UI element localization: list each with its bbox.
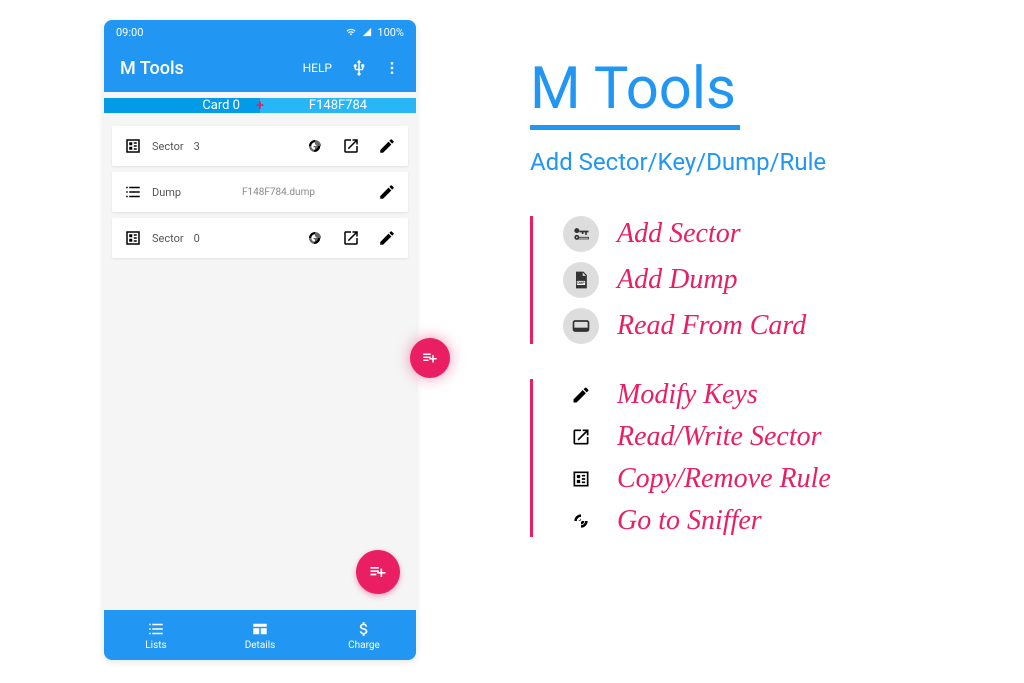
legend-item: Read/Write Sector [563, 421, 831, 453]
sniffer-icon [563, 511, 599, 531]
sniffer-icon[interactable] [306, 137, 324, 155]
fab-add-button[interactable] [356, 550, 400, 594]
menu-overflow-icon[interactable] [384, 60, 400, 76]
rule-icon [124, 229, 142, 247]
phone-mockup: 09:00 100% M Tools HELP Card 0 + F [104, 20, 416, 660]
row-num: 3 [194, 140, 200, 153]
battery-text: 100% [377, 26, 404, 39]
info-panel: M Tools Add Sector/Key/Dump/Rule Add Sec… [530, 55, 970, 572]
list-item[interactable]: Sector 3 [112, 126, 408, 166]
open-icon[interactable] [342, 137, 360, 155]
card-label: Card 0 [202, 98, 240, 113]
content-area: Sector 3 Dump [104, 118, 416, 610]
dump-file-icon: DMP [563, 262, 599, 298]
help-button[interactable]: HELP [303, 61, 332, 75]
title-underline [530, 125, 740, 130]
legend-label: Read/Write Sector [617, 421, 822, 453]
nav-label: Charge [348, 640, 380, 651]
legend-item: DMP Add Dump [563, 262, 806, 298]
list-item[interactable]: Sector 0 [112, 218, 408, 258]
legend-label: Read From Card [617, 310, 806, 342]
nav-lists[interactable]: Lists [104, 610, 208, 660]
card-icon [563, 308, 599, 344]
legend-group-2: Modify Keys Read/Write Sector Copy/Remov… [530, 379, 970, 537]
legend-label: Modify Keys [617, 379, 758, 411]
edit-icon[interactable] [378, 137, 396, 155]
open-icon [563, 427, 599, 447]
key-icon [563, 216, 599, 252]
card-header-left[interactable]: Card 0 [104, 98, 260, 113]
nav-label: Details [245, 640, 276, 651]
list-icon [124, 183, 142, 201]
list-item[interactable]: Dump F148F784.dump [112, 172, 408, 212]
callout-fab-icon [410, 338, 450, 378]
legend-label: Go to Sniffer [617, 505, 762, 537]
edit-icon[interactable] [378, 183, 396, 201]
row-label: Sector [152, 140, 184, 153]
nav-charge[interactable]: Charge [312, 610, 416, 660]
open-icon[interactable] [342, 229, 360, 247]
rule-icon [124, 137, 142, 155]
signal-icon [361, 27, 373, 37]
row-info: F148F784.dump [242, 187, 368, 198]
legend-label: Add Dump [617, 264, 738, 296]
card-id: F148F784 [309, 98, 367, 113]
svg-text:DMP: DMP [577, 281, 585, 285]
legend-item: Add Sector [563, 216, 806, 252]
legend-label: Add Sector [617, 218, 741, 250]
legend-bar [530, 216, 533, 344]
status-right: 100% [345, 26, 404, 39]
row-label: Sector [152, 232, 184, 245]
legend-item: Go to Sniffer [563, 505, 831, 537]
card-header-right[interactable]: F148F784 [260, 98, 416, 113]
nav-label: Lists [145, 640, 166, 651]
app-title: M Tools [120, 58, 295, 79]
legend-bar [530, 379, 533, 537]
page-title: M Tools [530, 55, 970, 123]
row-num: 0 [194, 232, 200, 245]
card-header: Card 0 + F148F784 [104, 92, 416, 118]
usb-icon[interactable] [350, 59, 368, 77]
edit-icon [563, 385, 599, 405]
row-label: Dump [152, 186, 181, 199]
legend-item: Copy/Remove Rule [563, 463, 831, 495]
edit-icon[interactable] [378, 229, 396, 247]
rule-icon [563, 469, 599, 489]
bottom-nav: Lists Details Charge [104, 610, 416, 660]
legend-item: Read From Card [563, 308, 806, 344]
app-bar: M Tools HELP [104, 44, 416, 92]
nav-details[interactable]: Details [208, 610, 312, 660]
add-card-icon[interactable]: + [256, 98, 264, 114]
page-subtitle: Add Sector/Key/Dump/Rule [530, 148, 970, 176]
status-bar: 09:00 100% [104, 20, 416, 44]
wifi-icon [345, 27, 357, 37]
sniffer-icon[interactable] [306, 229, 324, 247]
status-time: 09:00 [116, 26, 143, 39]
legend-item: Modify Keys [563, 379, 831, 411]
legend-label: Copy/Remove Rule [617, 463, 831, 495]
legend-group-1: Add Sector DMP Add Dump Read From Card [530, 216, 970, 344]
